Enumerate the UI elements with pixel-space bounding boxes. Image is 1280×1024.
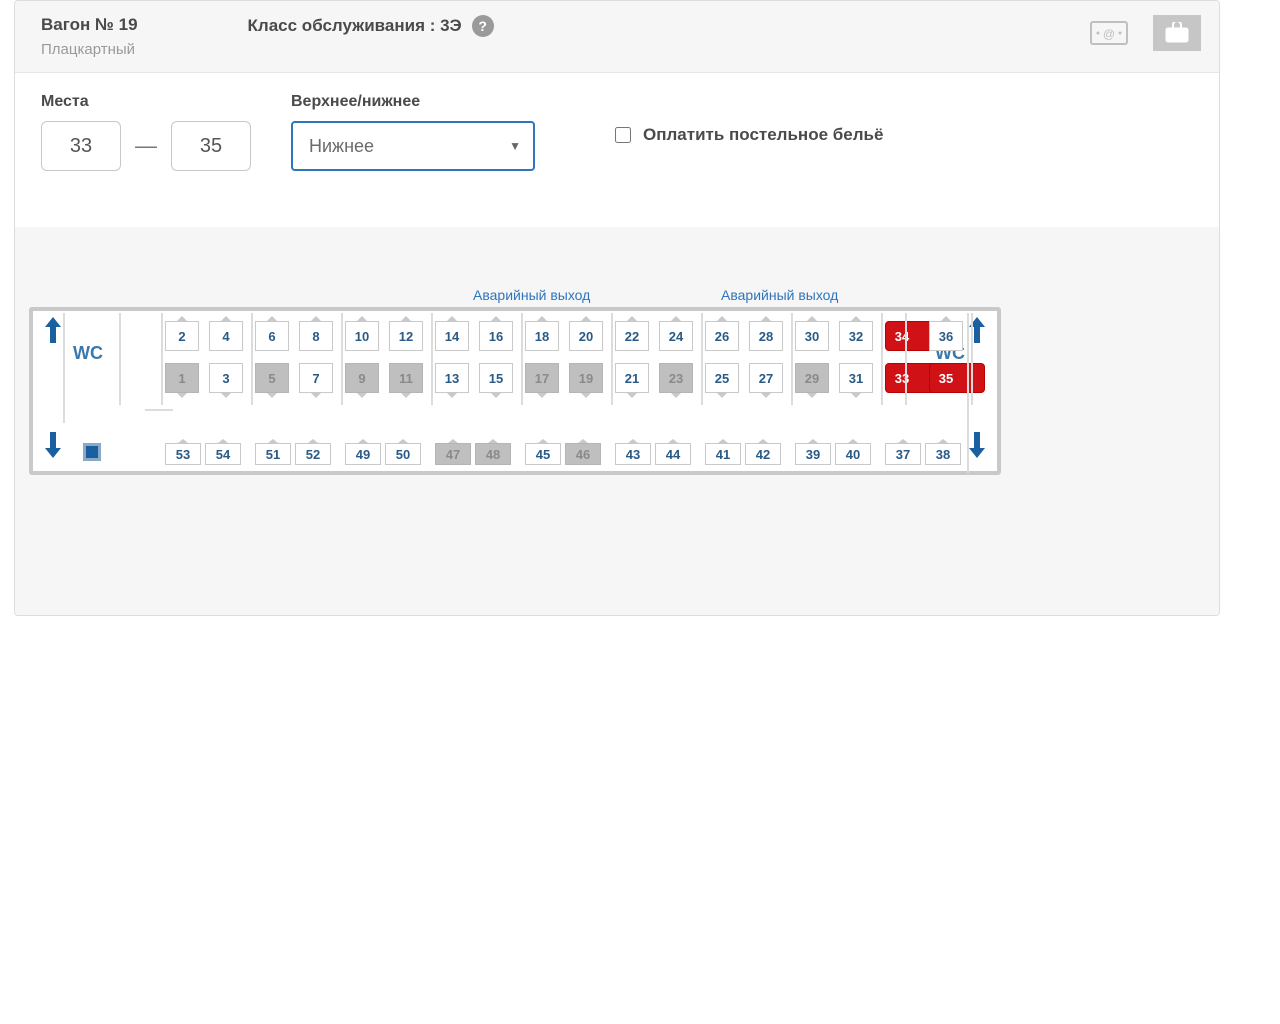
seat-6[interactable]: 6 <box>255 321 289 351</box>
berth-label: Верхнее/нижнее <box>291 93 535 111</box>
seat-19: 19 <box>569 363 603 393</box>
seat-21[interactable]: 21 <box>615 363 649 393</box>
seats-label: Места <box>41 93 251 111</box>
seat-3[interactable]: 3 <box>209 363 243 393</box>
seat-42[interactable]: 42 <box>745 443 781 465</box>
seat-25[interactable]: 25 <box>705 363 739 393</box>
carriage-schematic: WC WC 2413685710129111416131518201719222… <box>29 307 1001 475</box>
seat-51[interactable]: 51 <box>255 443 291 465</box>
seat-47: 47 <box>435 443 471 465</box>
partition <box>63 313 65 423</box>
partition <box>119 313 121 405</box>
linen-checkbox[interactable] <box>615 127 631 143</box>
seat-53[interactable]: 53 <box>165 443 201 465</box>
partition <box>161 313 163 405</box>
seat-from-input[interactable] <box>41 121 121 171</box>
svg-text:@: @ <box>1103 27 1115 41</box>
carriage-type: Плацкартный <box>41 41 138 58</box>
seat-15[interactable]: 15 <box>479 363 513 393</box>
arrow-down-icon <box>45 432 61 465</box>
seat-12[interactable]: 12 <box>389 321 423 351</box>
linen-label: Оплатить постельное бельё <box>643 125 883 145</box>
seat-38[interactable]: 38 <box>925 443 961 465</box>
seat-2[interactable]: 2 <box>165 321 199 351</box>
seat-39[interactable]: 39 <box>795 443 831 465</box>
seat-29: 29 <box>795 363 829 393</box>
seat-30[interactable]: 30 <box>795 321 829 351</box>
seat-32[interactable]: 32 <box>839 321 873 351</box>
seat-17: 17 <box>525 363 559 393</box>
carriage-title: Вагон № 19 <box>41 15 138 35</box>
seat-45[interactable]: 45 <box>525 443 561 465</box>
seat-1: 1 <box>165 363 199 393</box>
seat-18[interactable]: 18 <box>525 321 559 351</box>
partition <box>431 313 433 405</box>
service-class: Класс обслуживания : 3Э ? <box>248 15 494 37</box>
arrow-down-icon <box>969 432 985 465</box>
partition <box>341 313 343 405</box>
wc-label: WC <box>73 343 103 364</box>
seat-20[interactable]: 20 <box>569 321 603 351</box>
seat-8[interactable]: 8 <box>299 321 333 351</box>
seat-to-input[interactable] <box>171 121 251 171</box>
partition <box>251 313 253 405</box>
partition <box>881 313 883 405</box>
range-dash: — <box>135 133 157 159</box>
partition <box>791 313 793 405</box>
partition <box>145 409 173 411</box>
seat-4[interactable]: 4 <box>209 321 243 351</box>
seat-49[interactable]: 49 <box>345 443 381 465</box>
seat-14[interactable]: 14 <box>435 321 469 351</box>
seat-52[interactable]: 52 <box>295 443 331 465</box>
seat-36[interactable]: 36 <box>929 321 963 351</box>
arrow-up-icon <box>45 317 61 350</box>
seat-map-area: Аварийный выход Аварийный выход WC WC 24… <box>15 227 1219 615</box>
seat-40[interactable]: 40 <box>835 443 871 465</box>
seat-31[interactable]: 31 <box>839 363 873 393</box>
seat-16[interactable]: 16 <box>479 321 513 351</box>
luggage-icon[interactable] <box>1153 15 1201 51</box>
seat-28[interactable]: 28 <box>749 321 783 351</box>
carriage-header: Вагон № 19 Плацкартный Класс обслуживани… <box>15 1 1219 73</box>
seat-44[interactable]: 44 <box>655 443 691 465</box>
partition <box>971 313 973 405</box>
seat-43[interactable]: 43 <box>615 443 651 465</box>
emergency-exit-label: Аварийный выход <box>721 287 838 303</box>
seat-46: 46 <box>565 443 601 465</box>
partition <box>967 313 969 473</box>
partition <box>701 313 703 405</box>
seat-11: 11 <box>389 363 423 393</box>
seat-9: 9 <box>345 363 379 393</box>
seat-22[interactable]: 22 <box>615 321 649 351</box>
seat-5: 5 <box>255 363 289 393</box>
seat-50[interactable]: 50 <box>385 443 421 465</box>
seat-37[interactable]: 37 <box>885 443 921 465</box>
seat-24[interactable]: 24 <box>659 321 693 351</box>
berth-select[interactable]: Нижнее <box>291 121 535 171</box>
help-icon[interactable]: ? <box>472 15 494 37</box>
partition <box>611 313 613 405</box>
seat-54[interactable]: 54 <box>205 443 241 465</box>
attendant-marker <box>83 443 101 461</box>
partition <box>905 313 907 405</box>
seat-35[interactable]: 35 <box>929 363 985 393</box>
seat-48: 48 <box>475 443 511 465</box>
seat-7[interactable]: 7 <box>299 363 333 393</box>
seat-26[interactable]: 26 <box>705 321 739 351</box>
partition <box>521 313 523 405</box>
service-class-label: Класс обслуживания : 3Э <box>248 16 462 36</box>
emergency-exit-label: Аварийный выход <box>473 287 590 303</box>
seat-13[interactable]: 13 <box>435 363 469 393</box>
seat-27[interactable]: 27 <box>749 363 783 393</box>
eticket-icon[interactable]: @ <box>1085 15 1133 51</box>
seat-controls: Места — Верхнее/нижнее Нижнее Оплатить п… <box>15 73 1219 227</box>
seat-10[interactable]: 10 <box>345 321 379 351</box>
seat-41[interactable]: 41 <box>705 443 741 465</box>
seat-23: 23 <box>659 363 693 393</box>
